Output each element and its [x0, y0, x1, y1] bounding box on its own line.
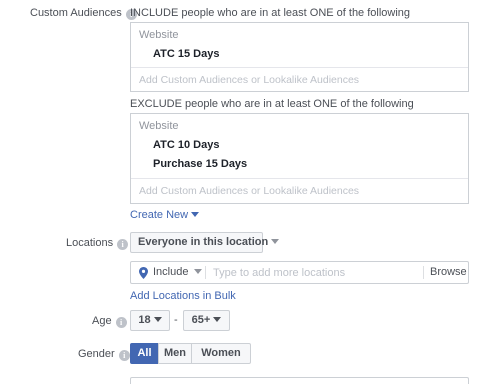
- create-new-button[interactable]: Create New: [130, 209, 200, 221]
- include-audience-item[interactable]: ATC 15 Days: [153, 48, 219, 60]
- gender-option-women[interactable]: Women: [191, 343, 251, 364]
- info-icon[interactable]: i: [118, 350, 130, 361]
- include-category: Website: [139, 29, 179, 41]
- age-separator: -: [174, 314, 178, 326]
- location-type-dropdown[interactable]: Everyone in this location: [130, 232, 280, 253]
- exclude-heading: EXCLUDE people who are in at least ONE o…: [130, 98, 414, 110]
- divider: [131, 67, 468, 68]
- divider: [423, 266, 424, 279]
- exclude-category: Website: [139, 120, 179, 132]
- gender-option-all[interactable]: All: [130, 343, 159, 364]
- custom-audiences-label: Custom Audiences i: [30, 7, 137, 20]
- include-exclude-dropdown[interactable]: Include: [153, 266, 203, 278]
- gender-label: Gender i: [78, 348, 130, 361]
- gender-segmented-control: All Men Women: [130, 343, 251, 364]
- location-pin-icon: [139, 267, 148, 279]
- age-label: Age i: [92, 315, 127, 328]
- divider: [131, 178, 468, 179]
- next-field-box[interactable]: [130, 377, 469, 384]
- info-icon[interactable]: i: [115, 317, 127, 328]
- age-min-dropdown[interactable]: 18: [130, 310, 170, 331]
- locations-label: Locations i: [66, 237, 129, 250]
- caret-down-icon: [194, 269, 203, 274]
- gender-option-men[interactable]: Men: [158, 343, 192, 364]
- caret-down-icon: [191, 212, 200, 217]
- divider: [205, 266, 206, 279]
- exclude-audience-box[interactable]: Website ATC 10 Days Purchase 15 Days Add…: [130, 113, 469, 204]
- add-locations-in-bulk-link[interactable]: Add Locations in Bulk: [130, 290, 236, 302]
- caret-down-icon: [213, 317, 222, 322]
- include-audience-input[interactable]: Add Custom Audiences or Lookalike Audien…: [139, 74, 359, 86]
- browse-button[interactable]: Browse: [430, 266, 467, 278]
- include-audience-box[interactable]: Website ATC 15 Days Add Custom Audiences…: [130, 22, 469, 92]
- location-search-box[interactable]: Include Type to add more locations Brows…: [130, 261, 469, 284]
- info-icon[interactable]: i: [117, 239, 129, 250]
- exclude-audience-item[interactable]: Purchase 15 Days: [153, 158, 247, 170]
- exclude-audience-item[interactable]: ATC 10 Days: [153, 139, 219, 151]
- exclude-audience-input[interactable]: Add Custom Audiences or Lookalike Audien…: [139, 185, 359, 197]
- location-input[interactable]: Type to add more locations: [213, 267, 345, 279]
- age-max-dropdown[interactable]: 65+: [183, 310, 230, 331]
- caret-down-icon: [271, 239, 280, 244]
- include-heading: INCLUDE people who are in at least ONE o…: [130, 7, 411, 19]
- caret-down-icon: [153, 317, 162, 322]
